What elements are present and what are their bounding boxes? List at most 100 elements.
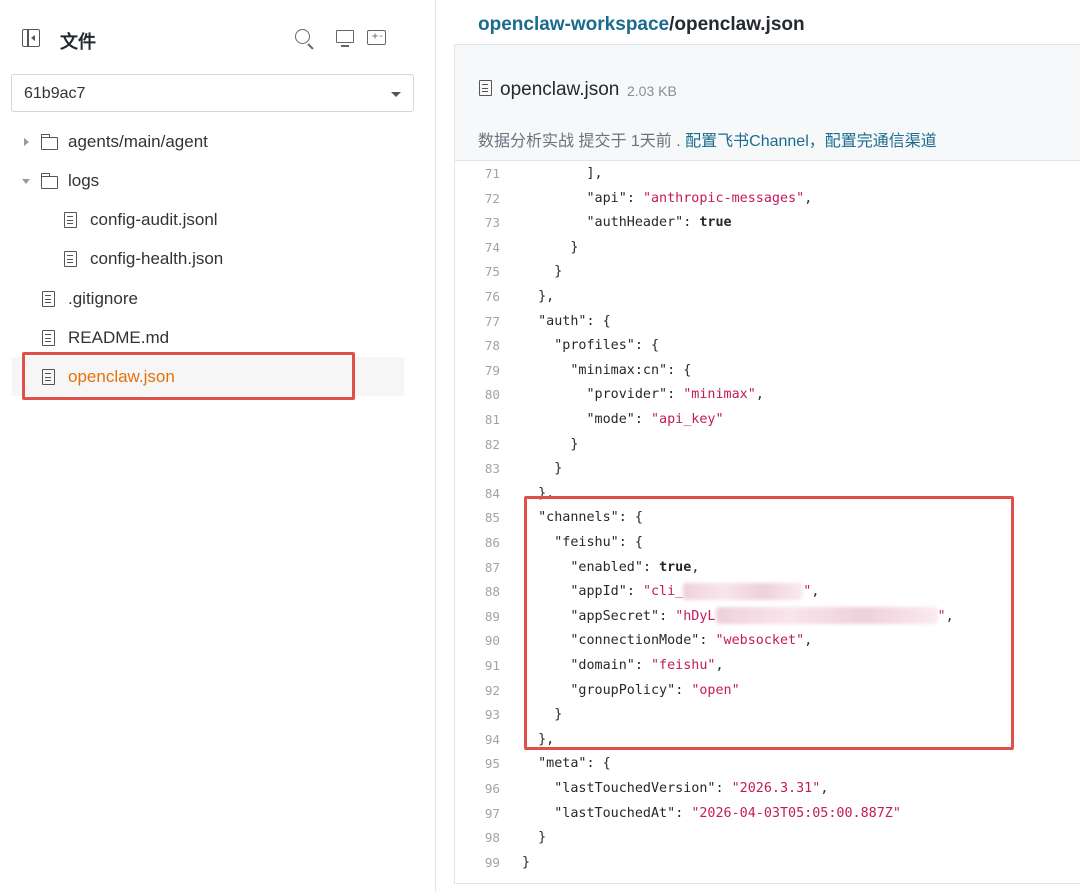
breadcrumb-file: openclaw.json (674, 14, 805, 35)
code-line: 81 "mode": "api_key" (455, 408, 1080, 433)
punctuation-token: : (675, 805, 692, 821)
breadcrumb: openclaw-workspace/openclaw.json (478, 14, 805, 36)
file-panel: openclaw.json 2.03 KB 数据分析实战 提交于 1天前 . 配… (454, 44, 1080, 884)
line-number: 88 (484, 584, 500, 600)
search-icon[interactable] (293, 28, 315, 50)
key-token: "profiles" (554, 338, 635, 354)
commit-separator: . (676, 133, 681, 150)
line-number: 79 (484, 362, 500, 378)
code-text: "provider": "minimax", (522, 383, 764, 408)
compose-icon[interactable]: +- (367, 28, 389, 50)
punctuation-token: : (667, 387, 684, 403)
code-text: "auth": { (522, 310, 611, 335)
code-text: } (522, 236, 578, 261)
string-token: "api_key" (651, 412, 724, 427)
line-number: 72 (484, 190, 500, 206)
tree-file-config-health[interactable]: config-health.json (0, 240, 420, 278)
punctuation-token: }, (522, 289, 555, 304)
punctuation-token: : { (634, 338, 660, 354)
line-number: 97 (484, 805, 500, 821)
punctuation-token: : (626, 190, 643, 206)
line-number: 90 (484, 633, 500, 649)
line-number: 86 (484, 535, 500, 550)
punctuation-token: : (634, 412, 651, 427)
tree-item-label: logs (68, 171, 100, 190)
commit-message-link[interactable]: 配置飞书Channel，配置完通信渠道 (685, 133, 937, 150)
tree-item-label: .gitignore (68, 289, 138, 308)
punctuation-token: : { (586, 756, 611, 772)
file-icon (42, 330, 55, 346)
tree-item-label: config-health.json (90, 249, 224, 268)
line-number: 96 (484, 781, 500, 796)
annotation-highlight-box (524, 496, 1014, 750)
tree-file-config-audit[interactable]: config-audit.jsonl (0, 201, 420, 239)
file-icon (479, 80, 492, 96)
line-number: 84 (484, 485, 500, 501)
tree-item-label: config-audit.jsonl (90, 210, 218, 229)
code-line: 76 }, (455, 285, 1080, 310)
code-text: }, (522, 285, 554, 310)
line-number: 85 (484, 510, 500, 526)
code-line: 83 } (455, 457, 1080, 482)
code-text: } (522, 433, 578, 458)
punctuation-token: : (715, 781, 732, 796)
punctuation-token: : { (667, 362, 692, 378)
code-line: 71 ], (455, 162, 1080, 187)
branch-select[interactable]: 61b9ac7 (11, 74, 414, 112)
code-line: 95 "meta": { (455, 752, 1080, 777)
punctuation-token: } (522, 436, 579, 452)
line-number: 82 (484, 436, 500, 452)
tree-folder-logs[interactable]: logs (0, 162, 420, 200)
code-text: "minimax:cn": { (522, 359, 691, 384)
string-token: "2026.3.31" (731, 781, 821, 796)
punctuation-token: } (522, 239, 579, 255)
punctuation-token: , (804, 190, 813, 206)
key-token: "authHeader" (586, 215, 684, 231)
file-header: openclaw.json 2.03 KB 数据分析实战 提交于 1天前 . 配… (455, 45, 1080, 161)
punctuation-token (522, 191, 587, 206)
line-number: 99 (484, 854, 500, 870)
code-text: "authHeader": true (522, 211, 732, 236)
code-text: "meta": { (522, 752, 611, 777)
punctuation-token (522, 215, 587, 230)
code-text: "profiles": { (522, 334, 659, 359)
sidebar-toggle-icon[interactable] (22, 29, 40, 47)
tree-file-gitignore[interactable]: .gitignore (0, 280, 420, 318)
line-number: 75 (484, 264, 500, 280)
line-number: 93 (484, 707, 500, 723)
punctuation-token: ], (522, 166, 603, 181)
line-number: 73 (484, 215, 500, 231)
annotation-highlight-box (22, 352, 355, 400)
string-token: "anthropic-messages" (642, 190, 805, 206)
code-text: "api": "anthropic-messages", (522, 187, 813, 212)
commit-info: 数据分析实战 提交于 1天前 . 配置飞书Channel，配置完通信渠道 (478, 127, 937, 151)
tree-folder-agents[interactable]: agents/main/agent (0, 123, 420, 161)
chevron-right-icon[interactable] (24, 138, 29, 146)
line-number: 83 (484, 461, 500, 477)
code-text: ], (522, 162, 603, 187)
code-line: 75 } (455, 260, 1080, 285)
string-token: "minimax" (683, 387, 756, 403)
punctuation-token (522, 781, 554, 796)
file-sidebar: 文件 +- 61b9ac7 agents/main/agent logs con… (0, 0, 436, 892)
sidebar-title: 文件 (60, 32, 96, 53)
punctuation-token: , (755, 387, 764, 403)
line-number: 92 (484, 682, 500, 698)
chevron-down-icon[interactable] (22, 179, 30, 184)
line-number: 77 (484, 313, 500, 329)
code-line: 73 "authHeader": true (455, 211, 1080, 236)
monitor-icon[interactable] (336, 28, 358, 50)
line-number: 80 (484, 387, 500, 403)
line-number: 94 (484, 731, 500, 747)
punctuation-token (522, 314, 538, 329)
key-token: "provider" (586, 387, 668, 403)
line-number: 98 (484, 830, 500, 846)
line-number: 91 (484, 658, 500, 673)
key-token: "auth" (538, 313, 587, 329)
code-text: "mode": "api_key" (522, 408, 724, 433)
folder-open-icon (40, 173, 58, 189)
code-text: } (522, 457, 562, 482)
breadcrumb-repo-link[interactable]: openclaw-workspace (478, 14, 669, 35)
file-icon (64, 251, 77, 267)
chevron-down-icon (391, 92, 401, 97)
